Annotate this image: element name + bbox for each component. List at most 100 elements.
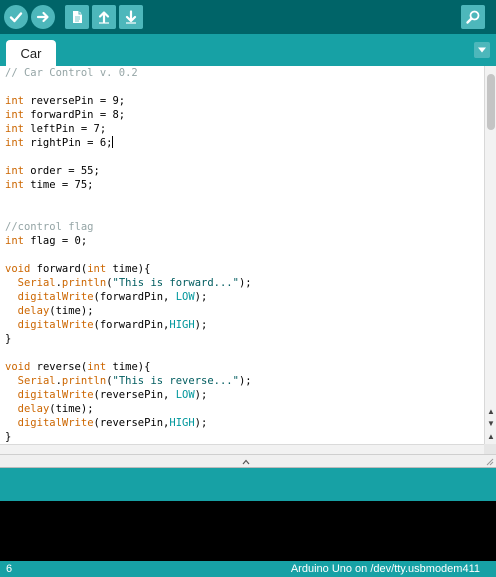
code-line: Serial.println("This is forward..."); <box>5 276 252 290</box>
serial-monitor-button[interactable] <box>461 5 485 29</box>
code-line: void reverse(int time){ <box>5 360 150 374</box>
code-token: HIGH <box>169 417 195 429</box>
code-line: delay(time); <box>5 304 94 318</box>
new-file-icon <box>73 11 82 23</box>
code-line: digitalWrite(forwardPin,HIGH); <box>5 318 208 332</box>
tab-car[interactable]: Car <box>6 40 56 66</box>
horizontal-scrollbar[interactable] <box>0 444 484 454</box>
arrow-up-icon <box>98 11 110 24</box>
code-token: (reversePin, <box>93 389 176 401</box>
code-token: //control flag <box>5 221 94 233</box>
code-token: int <box>5 179 24 191</box>
magnifier-icon <box>466 10 480 24</box>
editor-console-splitter[interactable] <box>0 454 496 468</box>
code-token: flag = 0; <box>23 235 88 247</box>
code-token: time){ <box>106 263 151 275</box>
code-token: "This is forward..." <box>112 277 239 289</box>
triangle-down-icon <box>478 47 486 53</box>
code-token: time = 75; <box>23 179 94 191</box>
scroll-up-arrow-icon[interactable]: ▲ <box>486 431 496 441</box>
vertical-scrollbar[interactable]: ▲ ▼ ▲ <box>484 66 496 444</box>
tab-label: Car <box>20 45 42 61</box>
code-token: delay <box>17 305 50 317</box>
code-token: reverse( <box>30 361 88 373</box>
code-token: order = 55; <box>23 165 100 177</box>
code-token: int <box>5 109 24 121</box>
code-token: LOW <box>175 291 195 303</box>
code-token: println <box>61 277 107 289</box>
code-line: int leftPin = 7; <box>5 122 106 136</box>
code-line: } <box>5 332 11 346</box>
code-line: } <box>5 430 11 444</box>
console-output[interactable] <box>0 501 496 561</box>
code-token: digitalWrite <box>17 291 94 303</box>
code-token: int <box>5 123 24 135</box>
scroll-thumb[interactable] <box>487 74 495 130</box>
arrow-right-icon <box>36 11 49 23</box>
scrollbar-corner <box>484 444 496 454</box>
code-line: int rightPin = 6; <box>5 136 114 150</box>
code-token: ); <box>194 291 208 303</box>
code-token: Serial <box>17 375 56 387</box>
code-line: //control flag <box>5 220 94 234</box>
code-token: } <box>5 333 12 345</box>
code-line: Serial.println("This is reverse..."); <box>5 374 252 388</box>
scroll-down-arrow-icon[interactable]: ▼ <box>486 418 496 428</box>
code-token: int <box>87 263 107 275</box>
board-port-label: Arduino Uno on /dev/tty.usbmodem411 <box>290 563 480 575</box>
code-token: LOW <box>175 389 195 401</box>
chevron-up-icon[interactable] <box>242 459 250 465</box>
code-token: (reversePin, <box>93 417 170 429</box>
code-token: digitalWrite <box>17 389 94 401</box>
code-token: time){ <box>106 361 151 373</box>
code-token: HIGH <box>169 319 195 331</box>
code-token: forward( <box>30 263 88 275</box>
code-token: delay <box>17 403 50 415</box>
save-button[interactable] <box>119 5 143 29</box>
code-token: ); <box>238 277 252 289</box>
verify-button[interactable] <box>4 5 28 29</box>
code-token: Serial <box>17 277 56 289</box>
tab-bar: Car <box>0 34 496 66</box>
line-number: 6 <box>6 563 13 575</box>
code-line: digitalWrite(reversePin,HIGH); <box>5 416 208 430</box>
code-editor[interactable]: // Car Control v. 0.2 int reversePin = 9;… <box>0 66 484 444</box>
code-token: void <box>5 263 31 275</box>
code-token: "This is reverse..." <box>112 375 239 387</box>
code-token: int <box>87 361 107 373</box>
code-token: leftPin = 7; <box>23 123 107 135</box>
new-button[interactable] <box>65 5 89 29</box>
message-bar <box>0 468 496 501</box>
code-token: void <box>5 361 31 373</box>
code-line: int time = 75; <box>5 178 94 192</box>
code-token: } <box>5 431 12 443</box>
code-token: ); <box>194 319 208 331</box>
code-token: ); <box>238 375 252 387</box>
code-line: int reversePin = 9; <box>5 94 125 108</box>
open-button[interactable] <box>92 5 116 29</box>
code-line: int forwardPin = 8; <box>5 108 125 122</box>
resize-grip-icon[interactable] <box>486 458 494 466</box>
code-token: reversePin = 9; <box>23 95 126 107</box>
code-token: int <box>5 137 24 149</box>
code-token: (forwardPin, <box>93 291 176 303</box>
checkmark-icon <box>9 12 23 23</box>
scroll-up-arrow-icon[interactable]: ▲ <box>486 406 496 416</box>
code-token: forwardPin = 8; <box>23 109 126 121</box>
tab-menu-button[interactable] <box>474 42 490 58</box>
upload-button[interactable] <box>31 5 55 29</box>
code-token: (time); <box>49 305 94 317</box>
code-token: ); <box>194 417 208 429</box>
code-token: ); <box>194 389 208 401</box>
code-line: digitalWrite(reversePin, LOW); <box>5 388 208 402</box>
code-token: (time); <box>49 403 94 415</box>
code-line: int order = 55; <box>5 164 100 178</box>
code-token: rightPin = 6; <box>23 137 113 149</box>
